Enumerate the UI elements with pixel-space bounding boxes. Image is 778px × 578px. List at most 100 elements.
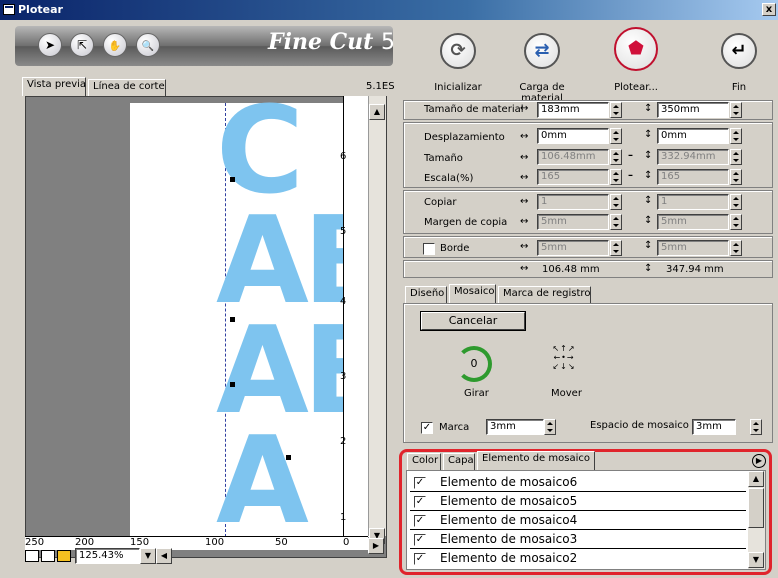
scale-y-spinner (730, 169, 742, 185)
plotter-icon: ⬟ (628, 38, 644, 59)
material-size-group: Tamaño de material ↔ 183mm ↕ 350mm (403, 100, 773, 120)
rotate-label: Girar (464, 388, 489, 399)
border-group: Borde ↔ 5mm ↕ 5mm (403, 236, 773, 258)
offset-y-spinner[interactable] (730, 128, 742, 144)
registration-mark (286, 455, 291, 460)
node-select-tool-button[interactable]: ⇱ (70, 33, 94, 57)
plot-label: Plotear... (614, 82, 658, 93)
material-width-spinner[interactable] (610, 102, 622, 118)
hand-tool-button[interactable]: ✋ (103, 33, 127, 57)
finish-button[interactable]: ↵ (721, 33, 757, 69)
horizontal-arrow-icon: ↔ (520, 103, 529, 114)
transform-group: Desplazamiento ↔ 0mm ↕ 0mm Tamaño ↔ 106.… (403, 122, 773, 188)
registration-mark (230, 317, 235, 322)
arrow-tool-button[interactable]: ➤ (38, 33, 62, 57)
arrow-icon: ➤ (44, 38, 56, 52)
size-x-spinner (610, 149, 622, 165)
horizontal-arrow-icon: ↔ (520, 216, 529, 227)
fit-view-icon[interactable] (25, 550, 39, 562)
size-label: Tamaño (424, 153, 463, 164)
rotate-value: 0 (470, 357, 478, 370)
scale-y-field: 165 (657, 169, 729, 185)
tab-design[interactable]: Diseño (405, 286, 447, 303)
horizontal-arrow-icon: ↔ (520, 196, 529, 207)
plot-button[interactable]: ⬟ (614, 27, 658, 71)
layout-tabs: Diseño Mosaico Marca de registro (405, 284, 765, 303)
move-arrows-icon[interactable]: ↖↑↗ ←•→ ↙↓↘ (550, 344, 578, 372)
tab-mosaic[interactable]: Mosaico (449, 284, 496, 303)
vertical-arrow-icon: ↕ (644, 195, 653, 206)
material-size-label: Tamaño de material (424, 104, 524, 115)
vertical-arrow-icon: ↕ (644, 240, 653, 251)
material-height-spinner[interactable] (730, 102, 742, 118)
mark-label: Marca (439, 422, 470, 433)
border-x-field: 5mm (537, 240, 609, 256)
zoom-level-field[interactable]: 125.43% (75, 548, 140, 564)
magnifier-icon: 🔍 (141, 41, 155, 52)
hand-icon: ✋ (108, 41, 122, 52)
horizontal-arrow-icon: ↔ (520, 263, 529, 274)
horizontal-arrow-icon: ↔ (520, 172, 529, 183)
fine-cut-logo: Fine Cut 5 (268, 29, 395, 55)
node-arrow-icon: ⇱ (76, 38, 88, 52)
swap-arrows-icon: ⇄ (534, 40, 550, 61)
mosaic-spacing-spinner[interactable] (750, 419, 762, 435)
return-arrow-icon: ↵ (731, 40, 747, 61)
vertical-scrollbar[interactable]: ▲ ▼ (368, 96, 386, 544)
color-view-icon[interactable] (57, 550, 71, 562)
vertical-ruler: 6 5 4 3 2 1 (340, 96, 368, 536)
scroll-right-button[interactable]: ▶ (368, 538, 384, 554)
copy-x-field: 1 (537, 194, 609, 210)
material-height-field[interactable]: 350mm (657, 102, 729, 118)
border-x-spinner (610, 240, 622, 256)
page-view-icon[interactable] (41, 550, 55, 562)
device-model: 5.1ES (366, 81, 395, 92)
tab-preview[interactable]: Vista previa (22, 77, 86, 96)
mark-size-spinner[interactable] (544, 419, 556, 435)
scale-label: Escala(%) (424, 173, 474, 184)
mark-checkbox[interactable]: ✓ (421, 422, 433, 434)
initialize-label: Inicializar (434, 82, 482, 93)
offset-x-field[interactable]: 0mm (537, 128, 609, 144)
scroll-left-button[interactable]: ◀ (156, 548, 172, 564)
link-dash: – (628, 170, 633, 181)
copy-margin-x-field: 5mm (537, 214, 609, 230)
mosaic-spacing-field[interactable]: 3mm (692, 419, 736, 435)
size-y-spinner (730, 149, 742, 165)
border-checkbox[interactable] (423, 243, 435, 255)
registration-mark (230, 177, 235, 182)
title-bar: Plotear x (0, 0, 778, 20)
scroll-up-button[interactable]: ▲ (369, 104, 385, 120)
vertical-arrow-icon: ↕ (644, 150, 653, 161)
border-y-field: 5mm (657, 240, 729, 256)
preview-tabs: Vista previa Línea de corte 5.1ES (22, 77, 395, 96)
size-y-field: 332.94mm (657, 149, 729, 165)
offset-y-field[interactable]: 0mm (657, 128, 729, 144)
copy-margin-y-spinner (730, 214, 742, 230)
window-title: Plotear (18, 3, 63, 16)
horizontal-arrow-icon: ↔ (520, 241, 529, 252)
load-material-button[interactable]: ⇄ (524, 33, 560, 69)
cancel-button[interactable]: Cancelar (420, 311, 526, 331)
zoom-dropdown-button[interactable]: ▼ (140, 548, 156, 564)
rotate-icon[interactable]: 0 (456, 346, 492, 382)
mark-size-field[interactable]: 3mm (486, 419, 544, 435)
offset-x-spinner[interactable] (610, 128, 622, 144)
material-width-field[interactable]: 183mm (537, 102, 609, 118)
copy-y-spinner (730, 194, 742, 210)
tab-registration-mark[interactable]: Marca de registro (498, 286, 591, 303)
mosaic-spacing-label: Espacio de mosaico (590, 420, 689, 431)
copy-margin-x-spinner (610, 214, 622, 230)
zoom-tool-button[interactable]: 🔍 (136, 33, 160, 57)
close-button[interactable]: x (762, 3, 776, 16)
preview-canvas[interactable]: C AB AB A (25, 96, 387, 558)
refresh-icon: ⟳ (450, 40, 466, 61)
copy-x-spinner (610, 194, 622, 210)
copy-y-field: 1 (657, 194, 729, 210)
initialize-button[interactable]: ⟳ (440, 33, 476, 69)
vertical-arrow-icon: ↕ (644, 263, 653, 274)
tab-mosaic-element[interactable]: Elemento de mosaico (477, 451, 595, 470)
tab-cut-line[interactable]: Línea de corte (88, 79, 166, 96)
copy-margin-label: Margen de copia (424, 217, 508, 228)
scale-x-field: 165 (537, 169, 609, 185)
